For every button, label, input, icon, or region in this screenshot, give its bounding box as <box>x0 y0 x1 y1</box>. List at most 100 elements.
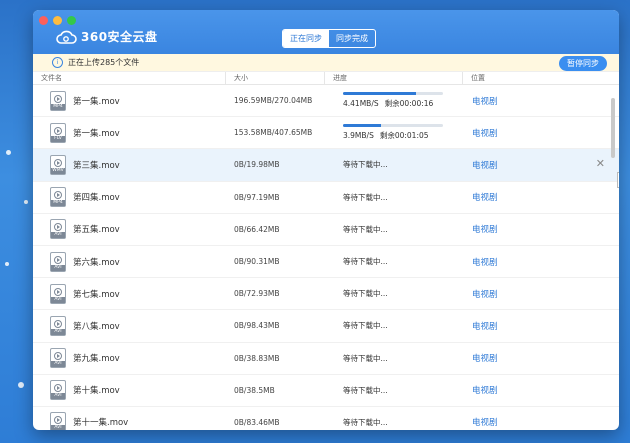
file-size: 0B/66.42MB <box>234 224 280 234</box>
close-window-button[interactable] <box>39 16 48 25</box>
progress-bar <box>343 92 443 96</box>
file-name-cell: AVI 第九集.mov <box>33 348 226 369</box>
background-dot <box>24 200 28 204</box>
file-name-cell: MP4 第一集.mov <box>33 90 226 111</box>
location-link[interactable]: 电视剧 <box>463 416 609 428</box>
titlebar: 360安全云盘 正在同步 同步完成 <box>33 10 619 54</box>
progress-bar-fill <box>343 92 416 96</box>
file-name: 第一集.mov <box>73 96 120 107</box>
cancel-sync-icon[interactable]: ✕ <box>596 157 605 170</box>
table-row[interactable]: AVI 第十集.mov 0B/38.5MB 等待下载中... 电视剧 <box>33 375 619 407</box>
video-file-icon: AVI <box>50 412 66 430</box>
transfer-status: 等待下载中... <box>343 224 388 234</box>
zoom-window-button[interactable] <box>67 16 76 25</box>
scrollbar[interactable] <box>611 98 615 158</box>
location-link[interactable]: 电视剧 <box>463 223 609 235</box>
column-header-size[interactable]: 大小 <box>226 72 325 84</box>
time-remaining: 剩余00:00:16 <box>384 99 434 109</box>
file-type-label: AVI <box>51 393 65 400</box>
table-row[interactable]: FLV 第一集.mov 153.58MB/407.65MB 3.9MB/S 剩余0… <box>33 117 619 150</box>
location-link[interactable]: 电视剧 <box>463 256 609 268</box>
location-link[interactable]: 电视剧 <box>463 320 609 332</box>
video-file-icon: AVI <box>50 315 66 336</box>
progress-cell: 3.9MB/S 剩余00:01:05 <box>325 124 463 141</box>
progress-bar-fill <box>343 124 381 128</box>
tab-syncing[interactable]: 正在同步 <box>283 30 329 47</box>
minimize-window-button[interactable] <box>53 16 62 25</box>
pause-sync-button[interactable]: 暂停同步 <box>559 56 607 71</box>
progress-cell: 等待下载中... <box>325 256 463 267</box>
app-logo: 360安全云盘 <box>55 28 158 45</box>
table-row[interactable]: AVI 第七集.mov 0B/72.93MB 等待下载中... 电视剧 <box>33 278 619 311</box>
video-file-icon: AVI <box>50 380 66 401</box>
table-row[interactable]: MP4 第四集.mov 0B/97.19MB 等待下载中... 电视剧 <box>33 182 619 214</box>
transfer-status: 等待下载中... <box>343 353 388 363</box>
transfer-speed: 3.9MB/S <box>343 131 374 141</box>
window-controls <box>39 16 76 25</box>
location-link[interactable]: 电视剧 <box>463 384 609 396</box>
transfer-status: 等待下载中... <box>343 321 388 331</box>
file-name-cell: WMV 第三集.mov <box>33 154 226 175</box>
file-name-cell: AVI 第十一集.mov <box>33 412 226 430</box>
file-name-cell: AVI 第六集.mov <box>33 251 226 272</box>
table-row[interactable]: WMV 第三集.mov 0B/19.98MB 等待下载中... 电视剧 ✕取消同… <box>33 149 619 189</box>
file-size: 0B/38.83MB <box>234 353 280 363</box>
progress-bar <box>343 124 443 128</box>
transfer-speed: 4.41MB/S <box>343 99 379 109</box>
video-file-icon: MP4 <box>50 187 66 208</box>
file-type-label: MP4 <box>51 200 65 207</box>
file-size: 0B/38.5MB <box>234 385 275 395</box>
file-name-cell: AVI 第八集.mov <box>33 315 226 336</box>
cloud-icon <box>56 30 77 44</box>
table-row[interactable]: AVI 第九集.mov 0B/38.83MB 等待下载中... 电视剧 <box>33 343 619 375</box>
file-type-label: AVI <box>51 296 65 303</box>
video-file-icon: AVI <box>50 251 66 272</box>
file-size: 0B/98.43MB <box>234 321 280 331</box>
location-link[interactable]: 电视剧 <box>463 159 609 171</box>
table-row[interactable]: AVI 第十一集.mov 0B/83.46MB 等待下载中... 电视剧 <box>33 407 619 430</box>
column-header-name[interactable]: 文件名 <box>33 72 226 84</box>
file-type-label: AVI <box>51 425 65 430</box>
location-link[interactable]: 电视剧 <box>463 127 609 139</box>
background-dot <box>6 150 11 155</box>
tab-sync-complete[interactable]: 同步完成 <box>329 30 375 47</box>
progress-cell: 等待下载中... <box>325 224 463 235</box>
table-row[interactable]: AVI 第六集.mov 0B/90.31MB 等待下载中... 电视剧 <box>33 246 619 279</box>
progress-cell: 等待下载中... <box>325 320 463 331</box>
file-size: 0B/72.93MB <box>234 289 280 299</box>
location-link[interactable]: 电视剧 <box>463 95 609 107</box>
file-size: 0B/83.46MB <box>234 417 280 427</box>
transfer-status: 等待下载中... <box>343 257 388 267</box>
file-name: 第十一集.mov <box>73 418 129 429</box>
file-name-cell: AVI 第十集.mov <box>33 380 226 401</box>
progress-cell: 等待下载中... <box>325 353 463 364</box>
table-header: 文件名 大小 进度 位置 <box>33 72 619 85</box>
location-link[interactable]: 电视剧 <box>463 288 609 300</box>
table-row[interactable]: AVI 第五集.mov 0B/66.42MB 等待下载中... 电视剧 <box>33 214 619 246</box>
video-file-icon: FLV <box>50 122 66 143</box>
file-name-cell: MP4 第四集.mov <box>33 187 226 208</box>
progress-cell: 等待下载中... <box>325 417 463 428</box>
progress-cell: 等待下载中... <box>325 288 463 299</box>
location-link[interactable]: 电视剧 <box>463 352 609 364</box>
info-icon: i <box>52 57 63 68</box>
table-row[interactable]: AVI 第八集.mov 0B/98.43MB 等待下载中... 电视剧 <box>33 310 619 343</box>
app-name: 360安全云盘 <box>81 30 158 44</box>
sync-tabs: 正在同步 同步完成 <box>282 29 376 48</box>
column-header-progress[interactable]: 进度 <box>325 72 463 84</box>
file-type-label: WMV <box>51 167 65 174</box>
video-file-icon: WMV <box>50 154 66 175</box>
file-type-label: AVI <box>51 328 65 335</box>
table-row[interactable]: MP4 第一集.mov 196.59MB/270.04MB 4.41MB/S 剩余… <box>33 85 619 118</box>
file-name: 第八集.mov <box>73 321 120 332</box>
file-name: 第五集.mov <box>73 225 120 236</box>
file-name: 第九集.mov <box>73 354 120 365</box>
app-window: 360安全云盘 正在同步 同步完成 i 正在上传285个文件 暂停同步 文件名 … <box>33 10 619 430</box>
file-size: 0B/90.31MB <box>234 257 280 267</box>
transfer-status: 等待下载中... <box>343 289 388 299</box>
progress-cell: 等待下载中... <box>325 192 463 203</box>
file-name: 第七集.mov <box>73 289 120 300</box>
column-header-location[interactable]: 位置 <box>463 72 609 84</box>
progress-cell: 等待下载中... <box>325 385 463 396</box>
location-link[interactable]: 电视剧 <box>463 191 609 203</box>
